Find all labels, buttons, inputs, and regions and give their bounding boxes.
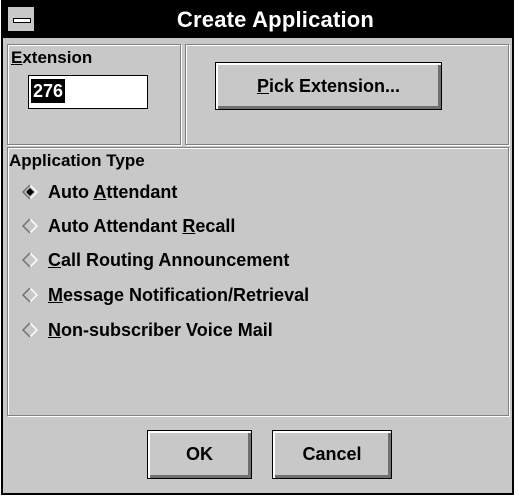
dialog-title: Create Application	[176, 7, 375, 32]
ok-button[interactable]: OK	[147, 430, 252, 479]
application-type-option-label: Auto Attendant Recall	[48, 215, 236, 236]
application-type-option-label: Non-subscriber Voice Mail	[48, 319, 273, 340]
radio-unselected-icon[interactable]	[22, 218, 38, 234]
radio-unselected-icon[interactable]	[22, 287, 38, 303]
create-application-dialog: Create Application Extension 276 Pick Ex…	[1, 0, 514, 495]
cancel-button[interactable]: Cancel	[272, 430, 392, 479]
radio-unselected-icon[interactable]	[22, 322, 38, 338]
application-type-option-label: Auto Attendant	[48, 181, 178, 202]
application-type-label: Application Type	[9, 151, 145, 170]
dialog-body: Extension 276 Pick Extension... Applicat…	[3, 38, 512, 493]
application-type-option-label: Call Routing Announcement	[48, 249, 290, 270]
application-type-group: Application Type Auto Attendant Auto Atte…	[7, 147, 509, 416]
extension-field[interactable]: 276	[28, 75, 148, 109]
extension-label: Extension	[11, 48, 93, 67]
application-type-option[interactable]: Auto Attendant Recall	[22, 212, 235, 240]
system-menu-icon[interactable]	[7, 6, 35, 32]
application-type-option-label: Message Notification/Retrieval	[48, 284, 310, 305]
application-type-option[interactable]: Message Notification/Retrieval	[22, 281, 309, 309]
pick-extension-button[interactable]: Pick Extension...	[215, 62, 442, 110]
application-type-option[interactable]: Auto Attendant	[22, 178, 177, 206]
pick-extension-group: Pick Extension...	[185, 44, 509, 145]
extension-value: 276	[31, 79, 66, 103]
extension-group: Extension 276	[7, 44, 181, 145]
title-bar: Create Application	[3, 2, 512, 38]
radio-selected-icon[interactable]	[22, 184, 38, 200]
application-type-option[interactable]: Call Routing Announcement	[22, 246, 289, 274]
radio-unselected-icon[interactable]	[22, 252, 38, 268]
application-type-option[interactable]: Non-subscriber Voice Mail	[22, 316, 273, 344]
